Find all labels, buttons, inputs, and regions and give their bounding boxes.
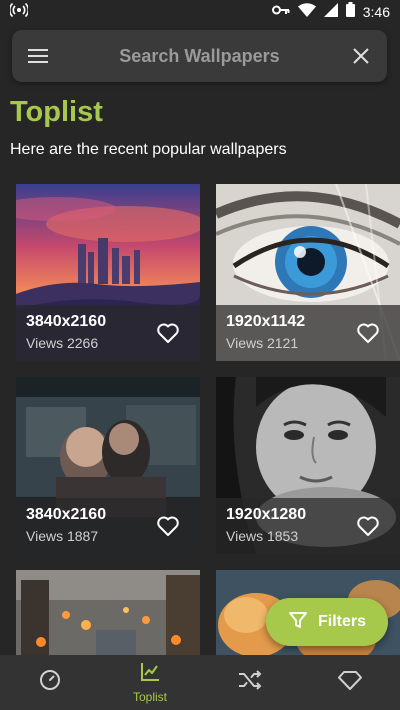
- hotspot-icon: [8, 1, 30, 24]
- heart-icon[interactable]: [356, 321, 380, 345]
- wallpaper-views: Views 1887: [26, 528, 99, 544]
- wallpaper-card[interactable]: 1920x1280 Views 1853: [216, 377, 400, 554]
- wallpaper-thumbnail: [16, 570, 200, 655]
- wallpaper-resolution: 1920x1142: [226, 313, 306, 330]
- trending-chart-icon: [140, 662, 160, 687]
- heart-icon[interactable]: [356, 514, 380, 538]
- heart-icon[interactable]: [156, 514, 180, 538]
- menu-icon[interactable]: [26, 44, 50, 68]
- nav-item-explore[interactable]: [0, 655, 100, 710]
- wallpaper-card[interactable]: 3840x2160 Views 2266: [16, 184, 200, 361]
- page-title: Toplist: [10, 96, 103, 128]
- nav-item-toplist[interactable]: Toplist: [100, 655, 200, 710]
- diamond-icon: [338, 670, 362, 695]
- nav-item-premium[interactable]: [300, 655, 400, 710]
- search-bar[interactable]: Search Wallpapers: [12, 30, 387, 82]
- compass-icon: [39, 669, 61, 696]
- wifi-icon: [297, 2, 316, 22]
- search-input[interactable]: Search Wallpapers: [119, 46, 279, 67]
- status-bar: 3:46: [0, 0, 400, 24]
- shuffle-icon: [238, 670, 262, 695]
- wallpaper-card[interactable]: [16, 570, 200, 655]
- wallpaper-views: Views 1853: [226, 528, 299, 544]
- wallpaper-card[interactable]: 1920x1142 Views 2121: [216, 184, 400, 361]
- wallpaper-views: Views 2121: [226, 335, 299, 351]
- filters-label: Filters: [317, 613, 366, 630]
- filter-icon: [288, 610, 308, 635]
- page-subtitle: Here are the recent popular wallpapers: [10, 141, 287, 158]
- nav-label-toplist: Toplist: [132, 689, 167, 704]
- wallpaper-views: Views 2266: [26, 335, 99, 351]
- wallpaper-resolution: 1920x1280: [226, 506, 307, 523]
- signal-icon: [323, 2, 338, 22]
- heart-icon[interactable]: [156, 321, 180, 345]
- wallpaper-resolution: 3840x2160: [26, 506, 107, 523]
- wallpaper-resolution: 3840x2160: [26, 313, 107, 330]
- wallpaper-card[interactable]: 3840x2160 Views 1887: [16, 377, 200, 554]
- nav-item-random[interactable]: [200, 655, 300, 710]
- close-icon[interactable]: [349, 44, 373, 68]
- status-time: 3:46: [362, 4, 390, 20]
- key-icon: [271, 3, 290, 21]
- battery-icon: [345, 2, 355, 22]
- filters-button[interactable]: Filters: [266, 598, 388, 646]
- bottom-navigation: Toplist: [0, 655, 400, 710]
